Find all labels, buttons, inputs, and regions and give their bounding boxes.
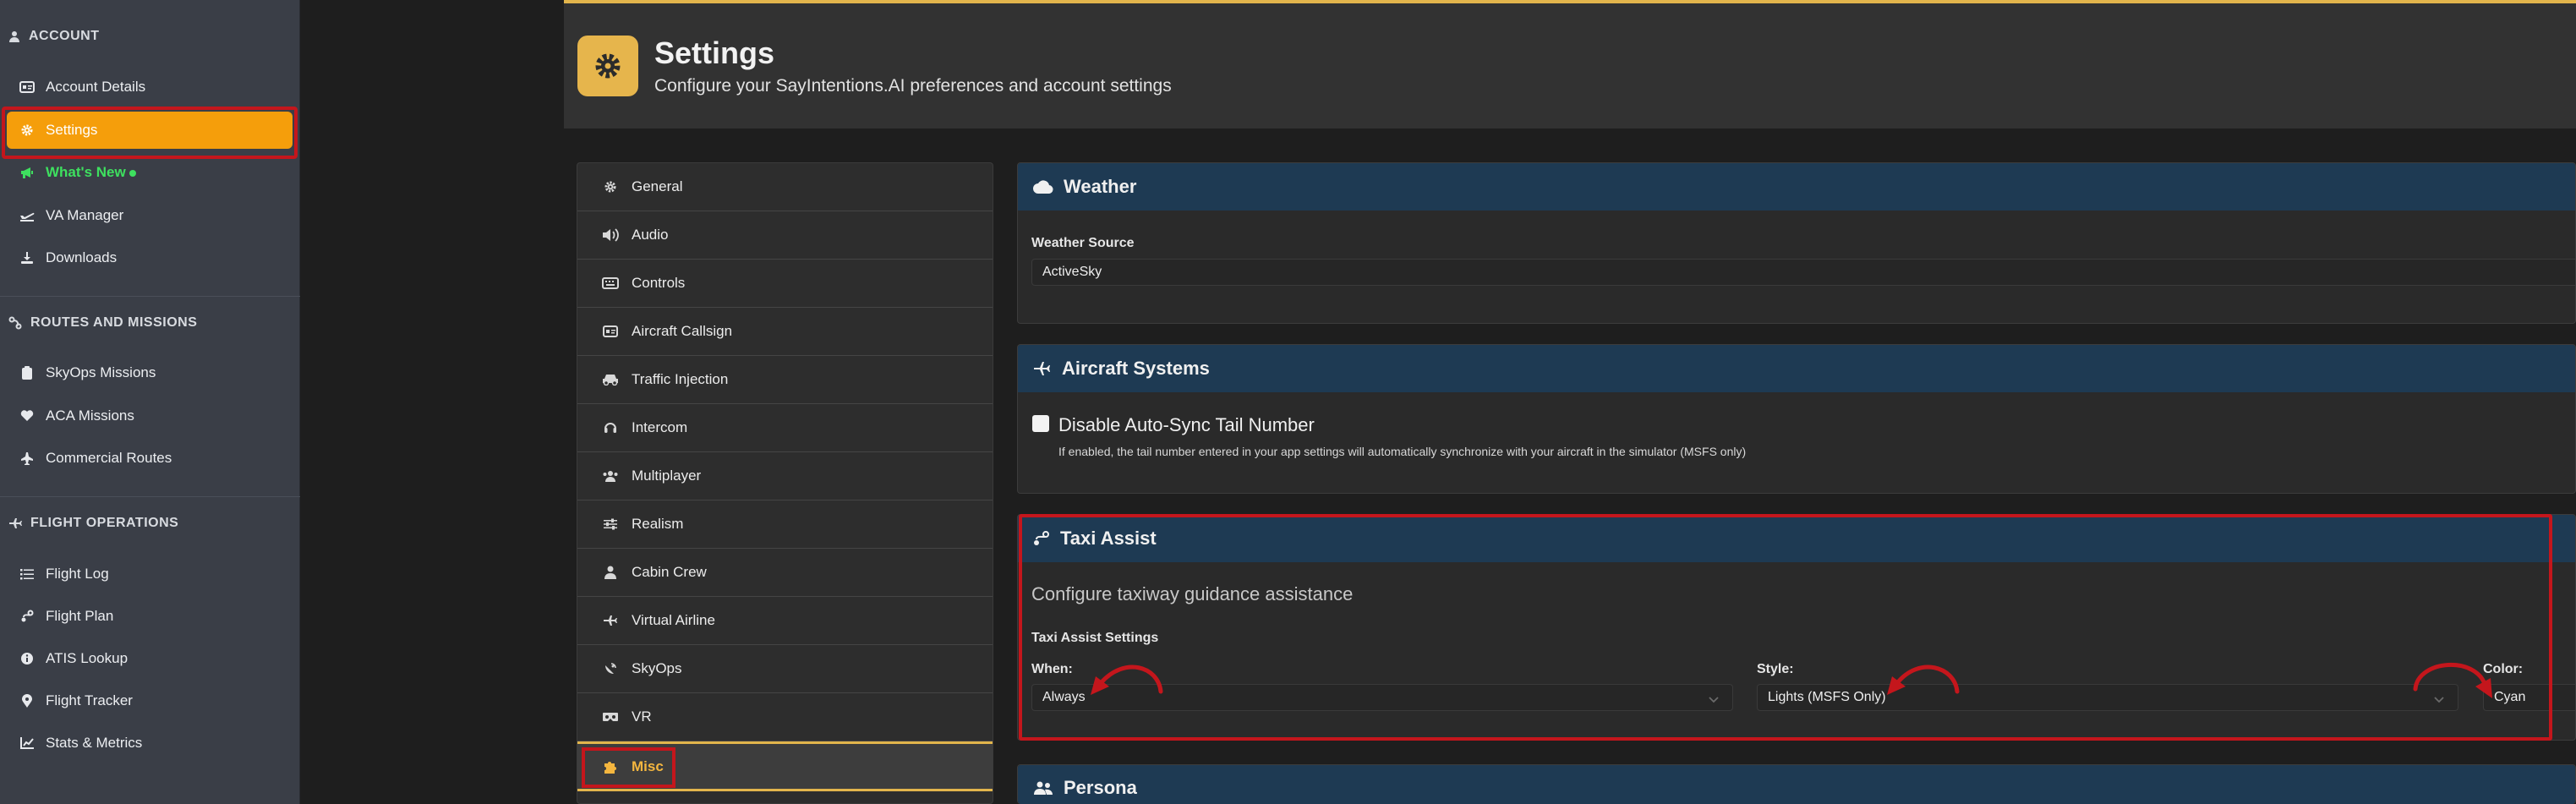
card-title: Persona — [1064, 777, 1137, 798]
persona-card-header: Persona — [1018, 765, 2575, 804]
annotation-arrow-style — [1895, 665, 1960, 694]
annotation-arrow-when — [1098, 665, 1163, 694]
annotation-arrows — [1091, 663, 2492, 698]
annotation-arrow-color — [2413, 663, 2488, 692]
users-icon — [1033, 781, 1053, 795]
persona-card: Persona — [1017, 764, 2576, 804]
